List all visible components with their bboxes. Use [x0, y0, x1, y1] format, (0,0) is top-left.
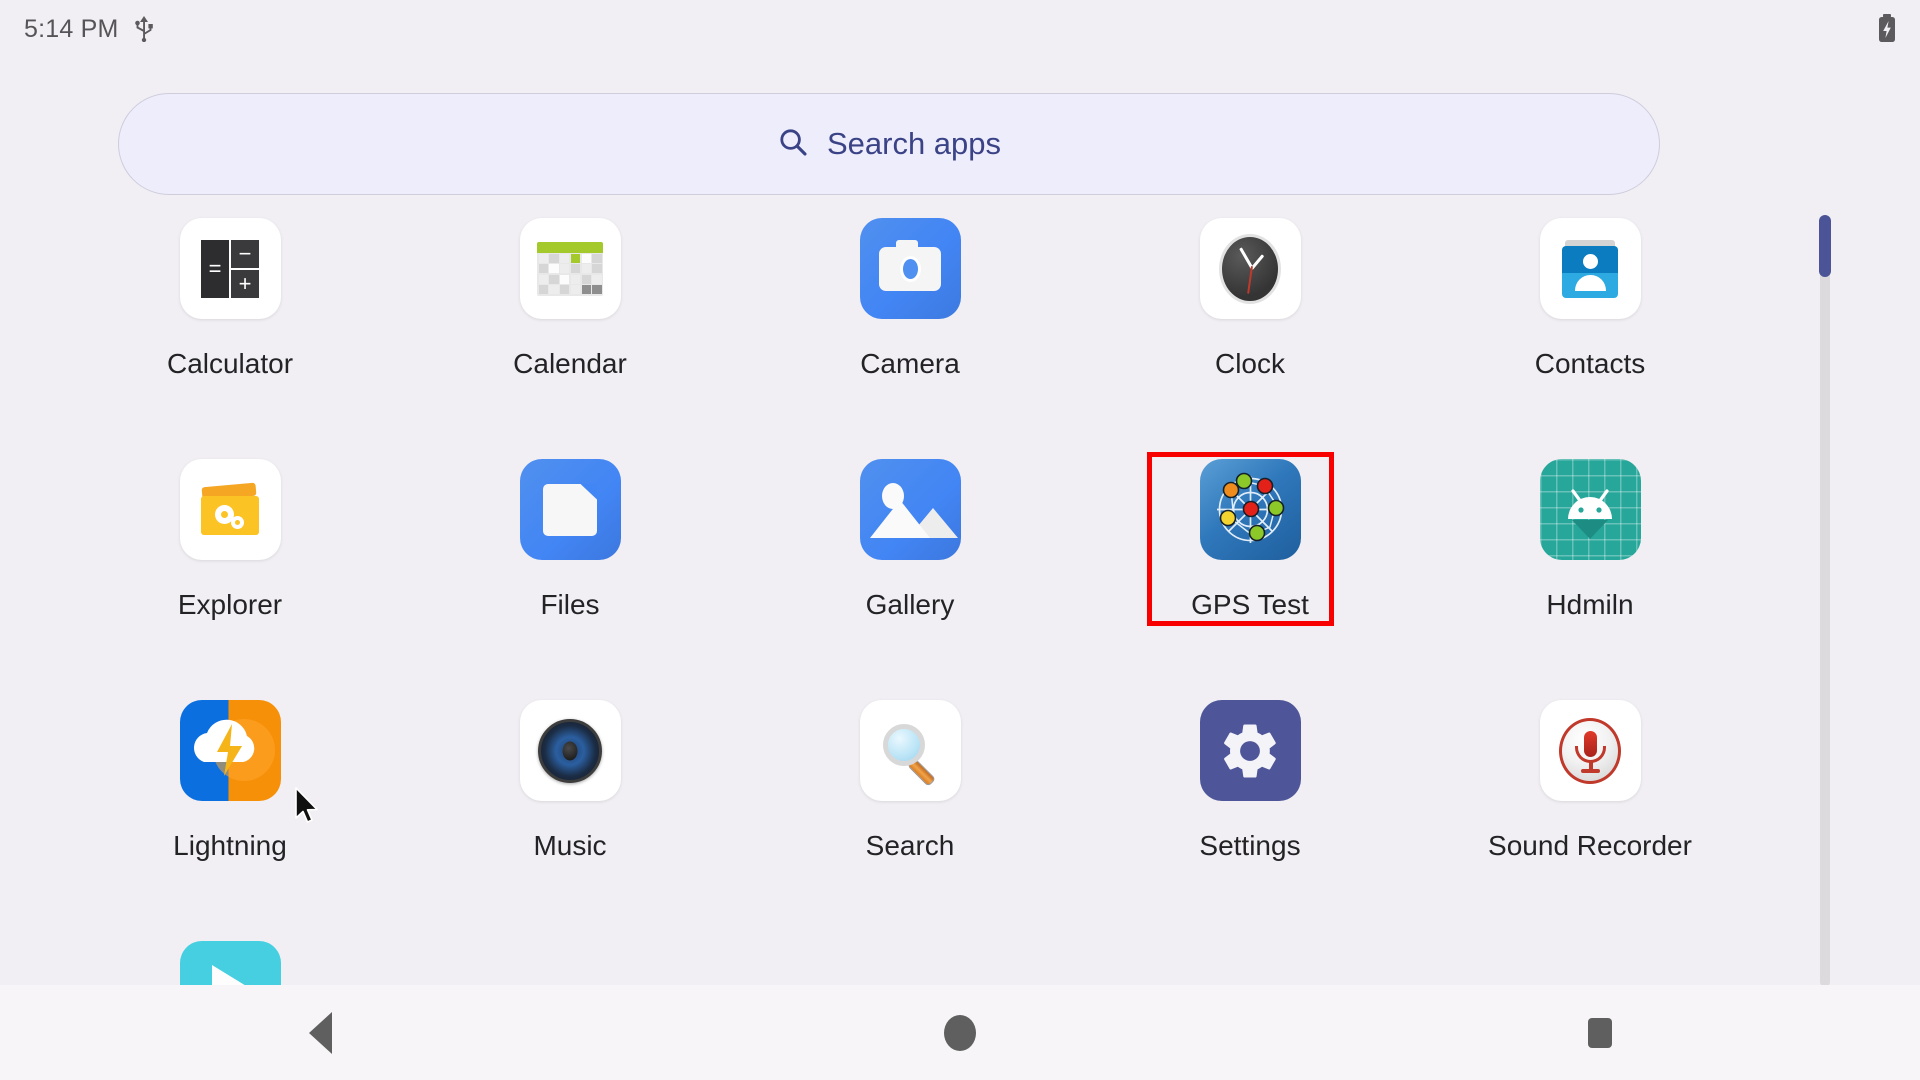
- calculator-key-plus: +: [231, 269, 259, 298]
- status-bar: 5:14 PM: [0, 0, 1920, 58]
- app-item-camera[interactable]: Camera: [740, 208, 1080, 449]
- contacts-icon: [1539, 218, 1641, 319]
- app-item-calendar[interactable]: Calendar: [400, 208, 740, 449]
- app-item-files[interactable]: Files: [400, 449, 740, 690]
- clock-icon: [1199, 218, 1301, 319]
- battery-charging-icon: [1876, 14, 1898, 44]
- search-input-placeholder[interactable]: Search apps: [827, 126, 1001, 162]
- search-icon: [777, 126, 809, 163]
- search-app-icon: [859, 700, 961, 801]
- gallery-icon: [859, 459, 961, 560]
- app-label: Gallery: [865, 589, 955, 620]
- app-item-gallery[interactable]: Gallery: [740, 449, 1080, 690]
- recents-icon: [1588, 1017, 1612, 1048]
- status-bar-left: 5:14 PM: [24, 15, 155, 44]
- home-icon: [944, 1014, 976, 1051]
- app-item-gps-test[interactable]: GPS Test: [1080, 449, 1420, 690]
- camera-icon: [859, 218, 961, 319]
- app-item-sound-recorder[interactable]: Sound Recorder: [1420, 690, 1760, 931]
- home-button[interactable]: [860, 985, 1060, 1080]
- app-grid: − = + Calculator Calendar Camera Clock C…: [60, 208, 1760, 1080]
- app-label: Contacts: [1534, 348, 1646, 379]
- calculator-key-equals: =: [201, 239, 229, 298]
- hdmiln-icon: [1539, 459, 1641, 560]
- app-label: GPS Test: [1191, 589, 1309, 620]
- settings-icon: [1199, 700, 1301, 801]
- files-icon: [519, 459, 621, 560]
- app-item-hdmiln[interactable]: Hdmiln: [1420, 449, 1760, 690]
- app-item-explorer[interactable]: Explorer: [60, 449, 400, 690]
- calendar-icon: [519, 218, 621, 319]
- lightning-icon: [179, 700, 281, 801]
- search-apps-bar[interactable]: Search apps: [118, 93, 1660, 195]
- app-item-music[interactable]: Music: [400, 690, 740, 931]
- app-item-calculator[interactable]: − = + Calculator: [60, 208, 400, 449]
- gps-test-icon: [1199, 459, 1301, 560]
- app-label: Camera: [860, 348, 960, 379]
- calculator-key-minus: −: [231, 239, 259, 268]
- explorer-icon: [179, 459, 281, 560]
- app-label: Hdmiln: [1546, 589, 1634, 620]
- app-label: Calendar: [513, 348, 627, 379]
- app-grid-scrollbar-thumb[interactable]: [1819, 215, 1831, 277]
- usb-icon: [133, 16, 155, 42]
- app-label: Settings: [1199, 830, 1301, 861]
- app-label: Lightning: [173, 830, 287, 861]
- app-item-contacts[interactable]: Contacts: [1420, 208, 1760, 449]
- app-label: Sound Recorder: [1488, 830, 1692, 861]
- app-item-settings[interactable]: Settings: [1080, 690, 1420, 931]
- recents-button[interactable]: [1500, 985, 1700, 1080]
- back-button[interactable]: [220, 985, 420, 1080]
- app-item-search[interactable]: Search: [740, 690, 1080, 931]
- app-item-lightning[interactable]: Lightning: [60, 690, 400, 931]
- calculator-icon: − = +: [179, 218, 281, 319]
- app-label: Clock: [1214, 348, 1285, 379]
- navigation-bar: [0, 985, 1920, 1080]
- sound-recorder-icon: [1539, 700, 1641, 801]
- app-item-clock[interactable]: Clock: [1080, 208, 1420, 449]
- app-label: Files: [540, 589, 600, 620]
- app-label: Calculator: [166, 348, 294, 379]
- status-clock: 5:14 PM: [24, 14, 119, 43]
- music-icon: [519, 700, 621, 801]
- app-label: Music: [533, 830, 607, 861]
- app-label: Search: [865, 830, 955, 861]
- back-icon: [308, 1011, 332, 1054]
- app-grid-scrollbar-track[interactable]: [1819, 215, 1831, 987]
- app-label: Explorer: [177, 589, 283, 620]
